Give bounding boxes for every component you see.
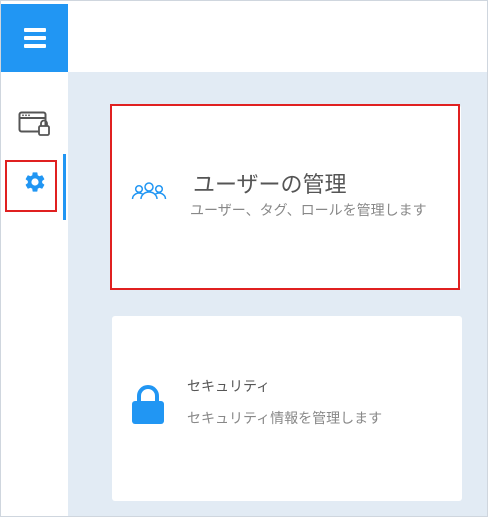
top-bar bbox=[68, 4, 487, 72]
lock-icon bbox=[131, 385, 165, 429]
sidebar-item-security-window[interactable] bbox=[1, 106, 68, 146]
gear-icon bbox=[23, 170, 47, 198]
user-management-card[interactable]: ユーザーの管理 ユーザー、タグ、ロールを管理します bbox=[111, 105, 461, 290]
card-title: セキュリティ bbox=[187, 379, 271, 395]
security-card[interactable]: セキュリティ セキュリティ情報を管理します bbox=[112, 316, 462, 501]
card-subtitle: セキュリティ情報を管理します bbox=[187, 411, 383, 427]
menu-button[interactable] bbox=[1, 4, 68, 72]
window-lock-icon bbox=[18, 111, 52, 141]
card-title: ユーザーの管理 bbox=[193, 173, 347, 198]
hamburger-icon bbox=[23, 24, 46, 52]
users-icon bbox=[131, 181, 167, 205]
sidebar-item-settings[interactable] bbox=[1, 164, 68, 204]
active-indicator bbox=[63, 154, 66, 220]
card-subtitle: ユーザー、タグ、ロールを管理します bbox=[190, 203, 427, 219]
sidebar bbox=[1, 72, 68, 516]
